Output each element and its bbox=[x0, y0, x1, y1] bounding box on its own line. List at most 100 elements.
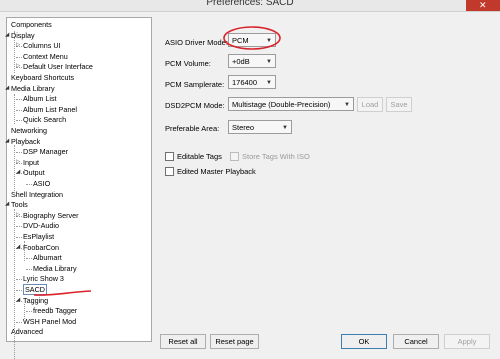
tree-connector bbox=[16, 226, 22, 228]
load-button[interactable]: Load bbox=[357, 97, 383, 112]
collapsed-arrow-icon[interactable]: ▷ bbox=[16, 63, 20, 69]
tree-item[interactable]: Components bbox=[11, 20, 52, 30]
save-button[interactable]: Save bbox=[386, 97, 412, 112]
tree-item-label: Context Menu bbox=[23, 51, 68, 61]
tree-item-label: freedb Tagger bbox=[33, 306, 78, 316]
edited-master-label: Edited Master Playback bbox=[177, 167, 256, 176]
expanded-arrow-icon[interactable]: ◢ bbox=[5, 85, 9, 91]
edited-master-checkbox[interactable] bbox=[165, 167, 174, 176]
tree-item-label: Keyboard Shortcuts bbox=[11, 73, 75, 82]
tree-item-label: Tagging bbox=[23, 295, 49, 305]
tree-connector bbox=[26, 258, 32, 260]
tree-item-label: SACD bbox=[23, 284, 47, 295]
chevron-down-icon: ▼ bbox=[266, 59, 272, 65]
collapsed-arrow-icon[interactable]: ▷ bbox=[16, 159, 20, 165]
tree-item-label: DSP Manager bbox=[23, 147, 69, 157]
tree-connector bbox=[14, 145, 15, 195]
tree-connector bbox=[14, 209, 15, 359]
window-title: Preferences: SACD bbox=[206, 0, 294, 8]
apply-button[interactable]: Apply bbox=[444, 334, 490, 349]
tree-item[interactable]: freedb Tagger bbox=[33, 306, 77, 316]
tree-item[interactable]: FoobarCon bbox=[23, 243, 59, 253]
tree-item[interactable]: EsPlaylist bbox=[23, 232, 54, 242]
close-icon: ✕ bbox=[479, 0, 487, 10]
preferences-tree[interactable]: Components ◢ Display ▷ Columns UI Context Men… bbox=[5, 17, 152, 359]
sacd-settings-panel: ASIO Driver Mode: PCM ▼ PCM Volume: +0dB… bbox=[156, 17, 499, 347]
tree-item[interactable]: Output bbox=[23, 168, 45, 178]
tree-item[interactable]: Columns UI bbox=[23, 41, 61, 51]
tree-item[interactable]: Advanced bbox=[11, 327, 43, 337]
pcm-volume-value: +0dB bbox=[232, 57, 250, 66]
tree-connector bbox=[16, 109, 22, 111]
tree-item[interactable]: Playback bbox=[11, 137, 40, 147]
tree-connector bbox=[24, 304, 25, 319]
tree-item-label: DVD-Audio bbox=[23, 221, 59, 231]
tree-item[interactable]: Default User Interface bbox=[23, 62, 93, 72]
tree-connector bbox=[16, 152, 22, 154]
tree-item[interactable]: DSP Manager bbox=[23, 147, 68, 157]
tree-item-label: Lyric Show 3 bbox=[23, 274, 64, 284]
expanded-arrow-icon[interactable]: ◢ bbox=[16, 297, 20, 303]
tree-item[interactable]: Albumart bbox=[33, 253, 62, 263]
expanded-arrow-icon[interactable]: ◢ bbox=[5, 32, 9, 38]
tree-connector bbox=[16, 290, 22, 291]
tree-item[interactable]: Input bbox=[23, 158, 39, 168]
ok-button[interactable]: OK bbox=[341, 334, 387, 349]
store-tags-label: Store Tags With ISO bbox=[242, 152, 310, 161]
cancel-button[interactable]: Cancel bbox=[393, 334, 439, 349]
tree-item[interactable]: Networking bbox=[11, 126, 47, 136]
asio-driver-mode-select[interactable]: PCM ▼ bbox=[228, 33, 276, 47]
expanded-arrow-icon[interactable]: ◢ bbox=[16, 169, 20, 175]
tree-item[interactable]: Keyboard Shortcuts bbox=[11, 73, 74, 83]
pcm-samplerate-label: PCM Samplerate: bbox=[165, 80, 225, 89]
store-tags-checkbox[interactable] bbox=[230, 152, 239, 161]
tree-item[interactable]: SACD bbox=[23, 284, 47, 295]
tree-item[interactable]: Context Menu bbox=[23, 52, 68, 62]
tree-item[interactable]: Media Library bbox=[11, 84, 55, 94]
tree-item[interactable]: Lyric Show 3 bbox=[23, 274, 64, 284]
pcm-volume-select[interactable]: +0dB ▼ bbox=[228, 54, 276, 68]
tree-item[interactable]: Shell Integration bbox=[11, 190, 63, 200]
tree-connector bbox=[16, 99, 22, 101]
pcm-samplerate-select[interactable]: 176400 ▼ bbox=[228, 75, 276, 89]
close-button[interactable]: ✕ bbox=[466, 0, 500, 11]
tree-connector bbox=[14, 94, 15, 124]
expanded-arrow-icon[interactable]: ◢ bbox=[5, 138, 9, 144]
tree-item-label: Advanced bbox=[11, 327, 43, 337]
expanded-arrow-icon[interactable]: ◢ bbox=[5, 201, 9, 207]
preferable-area-select[interactable]: Stereo ▼ bbox=[228, 120, 292, 134]
tree-item[interactable]: DVD-Audio bbox=[23, 221, 59, 231]
tree-item-label: Default User Interface bbox=[23, 62, 93, 72]
preferable-area-value: Stereo bbox=[232, 123, 255, 132]
tree-connector bbox=[24, 169, 25, 175]
collapsed-arrow-icon[interactable]: ▷ bbox=[16, 212, 20, 218]
tree-item-label: Media Library bbox=[11, 83, 55, 93]
tree-item-label: Shell Integration bbox=[11, 189, 63, 199]
tree-item-label: EsPlaylist bbox=[23, 232, 55, 241]
tree-item[interactable]: Quick Search bbox=[23, 115, 66, 125]
tree-connector bbox=[14, 31, 15, 73]
tree-item-label: Output bbox=[23, 168, 45, 178]
dsd2pcm-mode-select[interactable]: Multistage (Double-Precision) ▼ bbox=[228, 97, 354, 111]
tree-connector bbox=[16, 237, 22, 238]
tree-item-label: Biography Server bbox=[23, 210, 79, 220]
tree-item[interactable]: WSH Panel Mod bbox=[23, 317, 76, 327]
asio-driver-mode-label: ASIO Driver Mode: bbox=[165, 38, 228, 47]
reset-page-button[interactable]: Reset page bbox=[210, 334, 259, 349]
collapsed-arrow-icon[interactable]: ▷ bbox=[16, 42, 20, 48]
tree-connector bbox=[26, 311, 32, 313]
reset-all-button[interactable]: Reset all bbox=[160, 334, 206, 349]
tree-item-label: Quick Search bbox=[23, 115, 67, 125]
title-bar: Preferences: SACD ✕ bbox=[0, 0, 500, 12]
tree-item-label: Media Library bbox=[33, 263, 77, 273]
tree-item[interactable]: ASIO bbox=[33, 179, 50, 189]
dsd2pcm-mode-value: Multistage (Double-Precision) bbox=[232, 100, 331, 109]
tree-item[interactable]: Biography Server bbox=[23, 211, 79, 221]
tree-item[interactable]: Album List bbox=[23, 94, 57, 104]
tree-item[interactable]: Tagging bbox=[23, 296, 48, 306]
tree-item[interactable]: Album List Panel bbox=[23, 105, 77, 115]
expanded-arrow-icon[interactable]: ◢ bbox=[16, 244, 20, 250]
editable-tags-checkbox[interactable] bbox=[165, 152, 174, 161]
tree-item[interactable]: Media Library bbox=[33, 264, 77, 274]
tree-connector bbox=[26, 268, 32, 270]
